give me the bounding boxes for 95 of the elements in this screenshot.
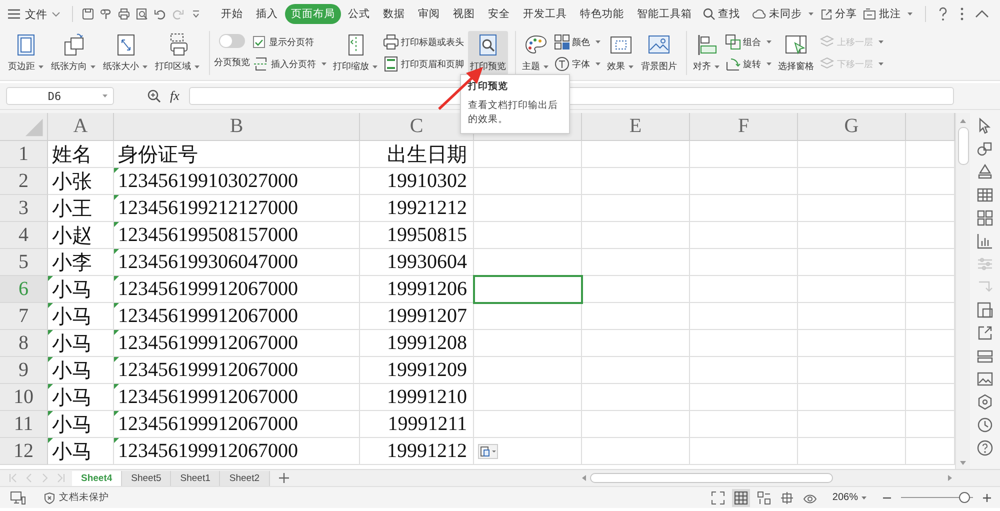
- ribbon-button[interactable]: 旋转: [725, 55, 772, 73]
- ribbon-button[interactable]: 对齐: [691, 31, 722, 75]
- sync-button[interactable]: 未同步: [752, 7, 814, 21]
- ribbon-tab[interactable]: 视图: [447, 4, 481, 24]
- cell-reference: D6: [46, 90, 62, 102]
- column-header[interactable]: F: [690, 113, 798, 141]
- ribbon-button[interactable]: 纸张方向: [49, 31, 98, 75]
- row-header[interactable]: 7: [0, 303, 48, 330]
- table-cell: 19921212: [360, 195, 474, 222]
- search-button[interactable]: 查找: [703, 7, 740, 21]
- table-cell: 123456199508157000: [114, 222, 360, 249]
- ribbon-button[interactable]: 选择窗格: [776, 31, 816, 75]
- sheet-tab[interactable]: Sheet5: [122, 470, 172, 486]
- table-cell: 123456199912067000: [114, 303, 360, 330]
- ribbon-button[interactable]: 打印缩放: [331, 31, 380, 75]
- table-cell: 19950815: [360, 222, 474, 249]
- table-cell: 小马: [48, 384, 114, 411]
- table-cell: 123456199912067000: [114, 330, 360, 357]
- checkbox-label: 显示分页符: [269, 36, 314, 48]
- row-header[interactable]: 3: [0, 195, 48, 222]
- ribbon-button[interactable]: 组合: [725, 33, 772, 51]
- zoom-level[interactable]: 206%: [832, 492, 867, 503]
- table-cell: 身份证号: [114, 141, 360, 168]
- table-cell: 19991207: [360, 303, 474, 330]
- table-cell: 小张: [48, 168, 114, 195]
- table-cell: 123456199103027000: [114, 168, 360, 195]
- table-cell: 19991208: [360, 330, 474, 357]
- table-cell: 19991206: [360, 276, 474, 303]
- row-header[interactable]: 1: [0, 141, 48, 168]
- table-cell: 19991212: [360, 438, 474, 465]
- table-cell: 123456199306047000: [114, 249, 360, 276]
- file-menu[interactable]: 文件: [8, 6, 60, 22]
- table-cell: 19991210: [360, 384, 474, 411]
- toggle-label: 分页预览: [214, 56, 250, 69]
- table-cell: 123456199912067000: [114, 276, 360, 303]
- ribbon-button[interactable]: 纸张大小: [101, 31, 150, 75]
- sheet-tab[interactable]: Sheet4: [72, 470, 122, 486]
- ribbon-tab[interactable]: 安全: [482, 4, 516, 24]
- ribbon-button[interactable]: 背景图片: [639, 31, 679, 75]
- ribbon-tab[interactable]: 公式: [342, 4, 376, 24]
- row-header[interactable]: 12: [0, 438, 48, 465]
- function-label[interactable]: fx: [170, 88, 180, 104]
- table-cell: 小马: [48, 330, 114, 357]
- table-cell: 小赵: [48, 222, 114, 249]
- row-header[interactable]: 4: [0, 222, 48, 249]
- ribbon-tab[interactable]: 特色功能: [574, 4, 630, 24]
- ribbon-button[interactable]: 颜色: [554, 33, 601, 51]
- sheet-tab[interactable]: Sheet1: [171, 470, 220, 486]
- ribbon-tab[interactable]: 数据: [377, 4, 411, 24]
- row-header[interactable]: 11: [0, 411, 48, 438]
- ribbon-button[interactable]: 打印预览: [468, 31, 508, 75]
- ribbon-button[interactable]: 插入分页符: [253, 55, 327, 73]
- ribbon-tab[interactable]: 开发工具: [517, 4, 573, 24]
- ribbon-tab[interactable]: 智能工具箱: [631, 4, 698, 24]
- table-cell: 123456199912067000: [114, 411, 360, 438]
- row-header[interactable]: 10: [0, 384, 48, 411]
- sheet-tab[interactable]: Sheet2: [220, 470, 270, 486]
- table-cell: 小马: [48, 411, 114, 438]
- ribbon-button[interactable]: 页边距: [6, 31, 46, 75]
- table-cell: 小马: [48, 357, 114, 384]
- comment-button[interactable]: 批注: [863, 7, 913, 21]
- table-cell: 小马: [48, 276, 114, 303]
- table-cell: 123456199212127000: [114, 195, 360, 222]
- row-header[interactable]: 2: [0, 168, 48, 195]
- column-header[interactable]: E: [582, 113, 690, 141]
- table-cell: 19930604: [360, 249, 474, 276]
- table-cell: 19991211: [360, 411, 474, 438]
- ribbon-tab[interactable]: 审阅: [412, 4, 446, 24]
- table-cell: 小王: [48, 195, 114, 222]
- column-header[interactable]: B: [114, 113, 360, 141]
- row-header[interactable]: 8: [0, 330, 48, 357]
- ribbon-button[interactable]: 字体: [554, 55, 601, 73]
- row-header[interactable]: 9: [0, 357, 48, 384]
- ribbon-tab[interactable]: 开始: [215, 4, 249, 24]
- ribbon-tab[interactable]: 插入: [250, 4, 284, 24]
- table-cell: 小马: [48, 438, 114, 465]
- share-button[interactable]: 分享: [820, 7, 857, 21]
- table-cell: 19991209: [360, 357, 474, 384]
- table-cell: 出生日期: [360, 141, 474, 168]
- row-header[interactable]: 5: [0, 249, 48, 276]
- column-header[interactable]: G: [798, 113, 906, 141]
- ribbon-button[interactable]: 主题: [520, 31, 551, 75]
- ribbon-button[interactable]: 效果: [605, 31, 636, 75]
- name-box[interactable]: D6: [6, 87, 114, 105]
- table-cell: 姓名: [48, 141, 114, 168]
- column-header[interactable]: A: [48, 113, 114, 141]
- ribbon-button[interactable]: 打印页眉和页脚: [383, 55, 464, 73]
- protection-button[interactable]: 文档未保护: [44, 491, 109, 504]
- ribbon-button[interactable]: 打印标题或表头: [383, 33, 464, 51]
- table-cell: 123456199912067000: [114, 384, 360, 411]
- table-cell: 19910302: [360, 168, 474, 195]
- ribbon-button[interactable]: 打印区域: [153, 31, 202, 75]
- table-cell: 小马: [48, 303, 114, 330]
- table-cell: 123456199912067000: [114, 357, 360, 384]
- table-cell: 123456199912067000: [114, 438, 360, 465]
